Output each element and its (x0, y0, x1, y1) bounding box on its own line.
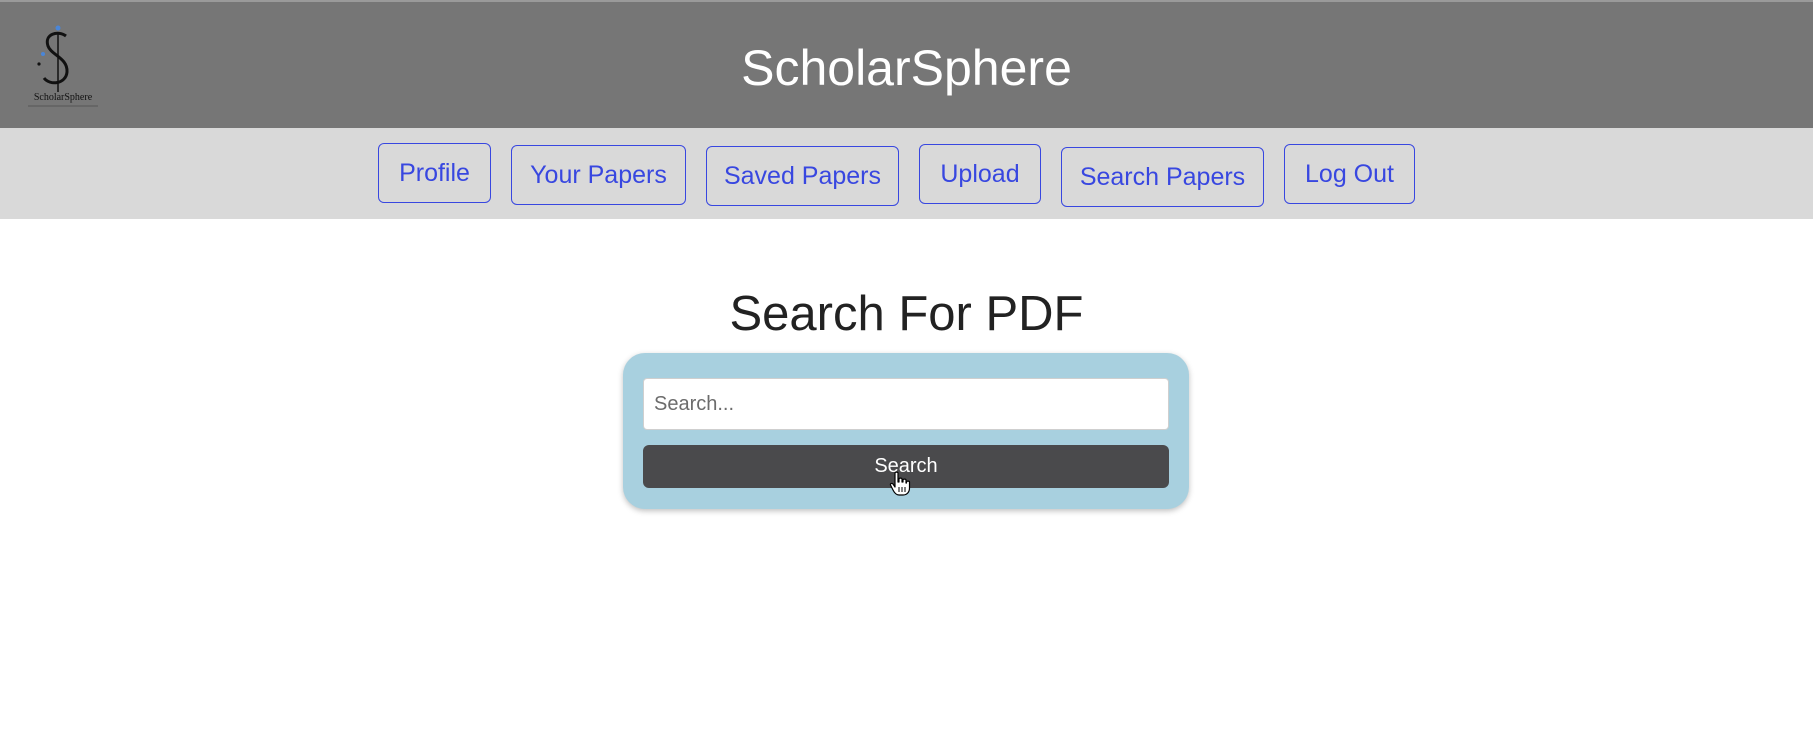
nav-log-out-button[interactable]: Log Out (1284, 144, 1415, 204)
hand-pointer-cursor-icon (889, 471, 911, 496)
nav-profile-button[interactable]: Profile (378, 143, 491, 203)
page-title: Search For PDF (729, 287, 1084, 341)
search-input[interactable] (643, 378, 1169, 430)
nav-search-papers-button[interactable]: Search Papers (1061, 147, 1264, 207)
site-title: ScholarSphere (741, 40, 1072, 96)
nav-upload-button[interactable]: Upload (919, 144, 1041, 204)
nav-your-papers-button[interactable]: Your Papers (511, 145, 686, 205)
site-header: ScholarSphere ScholarSphere (0, 0, 1813, 128)
nav-saved-papers-button[interactable]: Saved Papers (706, 146, 899, 206)
main-nav: Profile Your Papers Saved Papers Upload … (0, 128, 1813, 219)
